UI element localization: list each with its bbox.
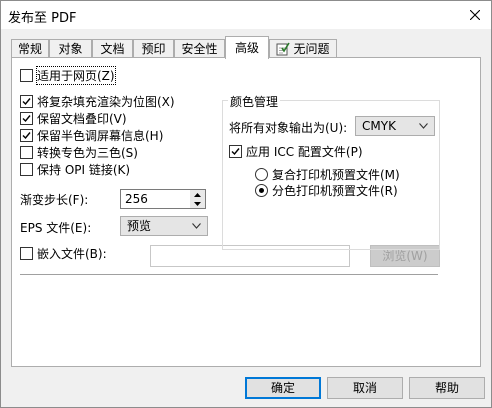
preserve-overprint-label: 保留文档叠印(V)	[37, 111, 127, 126]
tab-strip: 常规 对象 文档 预印 安全性 高级 无问题	[11, 36, 481, 59]
ok-label: 确定	[270, 381, 295, 395]
output-color-value: CMYK	[362, 119, 396, 133]
spin-down-button[interactable]	[190, 199, 205, 208]
embed-file-label: 嵌入文件(B):	[37, 246, 107, 261]
tab-no-issues[interactable]: 无问题	[269, 39, 337, 58]
output-color-select[interactable]: CMYK	[355, 116, 435, 136]
eps-file-select[interactable]: 预览	[120, 216, 208, 236]
radio-dot	[259, 187, 264, 193]
render-complex-fills-box[interactable]	[20, 94, 33, 108]
render-complex-fills-checkbox[interactable]: 将复杂填充渲染为位图(X)	[20, 93, 175, 109]
tab-general-label: 常规	[17, 42, 42, 56]
chevron-down-icon	[419, 123, 428, 129]
keep-opi-checkbox[interactable]: 保持 OPI 链接(K)	[20, 161, 130, 177]
gradient-steps-spinner[interactable]: 256	[120, 189, 206, 209]
embed-file-box[interactable]	[20, 246, 33, 260]
close-icon	[470, 10, 480, 20]
checkmark-icon	[22, 97, 31, 105]
convert-spot-checkbox[interactable]: 转换专色为三色(S)	[20, 144, 138, 160]
web-optimize-label: 适用于网页(Z)	[36, 65, 116, 85]
composite-profile-radio[interactable]: 复合打印机预置文件(M)	[255, 166, 400, 182]
preserve-halftone-checkbox[interactable]: 保留半色调屏幕信息(H)	[20, 127, 163, 143]
convert-spot-label: 转换专色为三色(S)	[37, 145, 138, 160]
render-complex-fills-label: 将复杂填充渲染为位图(X)	[37, 94, 175, 109]
gradient-steps-value[interactable]: 256	[125, 192, 148, 206]
preserve-halftone-box[interactable]	[20, 128, 33, 142]
help-label: 帮助	[434, 381, 459, 395]
eps-file-label: EPS 文件(E):	[20, 221, 92, 235]
cancel-button[interactable]: 取消	[327, 377, 403, 399]
tab-no-issues-label: 无问题	[293, 42, 330, 56]
checkmark-icon	[231, 147, 240, 155]
separations-profile-circle[interactable]	[255, 183, 268, 197]
preserve-overprint-box[interactable]	[20, 111, 33, 125]
tab-objects[interactable]: 对象	[49, 39, 92, 58]
color-management-group: 颜色管理 将所有对象输出为(U): CMYK 应用 ICC 配置文件(P) 复合…	[222, 93, 440, 250]
preserve-overprint-checkbox[interactable]: 保留文档叠印(V)	[20, 110, 127, 126]
arrow-up-icon	[194, 192, 201, 197]
help-button[interactable]: 帮助	[409, 377, 485, 399]
keep-opi-box[interactable]	[20, 162, 33, 176]
preserve-halftone-label: 保留半色调屏幕信息(H)	[37, 128, 164, 143]
window-title: 发布至 PDF	[8, 11, 77, 26]
checkmark-icon	[22, 131, 31, 139]
apply-icc-checkbox[interactable]: 应用 ICC 配置文件(P)	[229, 143, 363, 159]
separator	[20, 274, 438, 275]
title-bar[interactable]: 发布至 PDF	[1, 1, 491, 29]
composite-profile-label: 复合打印机预置文件(M)	[272, 167, 400, 182]
composite-profile-circle[interactable]	[255, 167, 268, 181]
tab-security-label: 安全性	[181, 42, 218, 56]
tab-advanced-label: 高级	[234, 41, 259, 55]
color-management-title: 颜色管理	[228, 93, 281, 110]
ok-button[interactable]: 确定	[245, 377, 321, 399]
output-objects-label: 将所有对象输出为(U):	[229, 121, 348, 135]
eps-file-value: 预览	[127, 219, 152, 233]
apply-icc-label: 应用 ICC 配置文件(P)	[246, 144, 363, 159]
tab-general[interactable]: 常规	[11, 39, 49, 58]
separations-profile-label: 分色打印机预置文件(R)	[272, 183, 398, 198]
advanced-panel: 适用于网页(Z) 将复杂填充渲染为位图(X) 保留文档叠印(V) 保留半色调屏幕…	[11, 57, 481, 367]
tab-document[interactable]: 文档	[92, 39, 133, 58]
tab-document-label: 文档	[100, 42, 125, 56]
browse-label: 浏览(W)	[382, 249, 428, 263]
separations-profile-radio[interactable]: 分色打印机预置文件(R)	[255, 182, 398, 198]
arrow-down-icon	[194, 201, 201, 206]
chevron-down-icon	[192, 223, 201, 229]
tab-security[interactable]: 安全性	[174, 39, 225, 58]
apply-icc-box[interactable]	[229, 144, 242, 158]
publish-pdf-dialog: 发布至 PDF 常规 对象 文档 预印 安全性 高级 无问题 适用于网页(Z) …	[0, 0, 492, 408]
tab-advanced[interactable]: 高级	[225, 36, 269, 59]
tab-prepress[interactable]: 预印	[133, 39, 174, 58]
embed-file-checkbox[interactable]: 嵌入文件(B):	[20, 245, 107, 261]
tab-prepress-label: 预印	[141, 42, 166, 56]
web-optimize-box[interactable]	[20, 68, 33, 82]
checkmark-icon	[22, 114, 31, 122]
gradient-steps-label: 渐变步长(F):	[20, 193, 89, 207]
cancel-label: 取消	[352, 381, 377, 395]
tab-objects-label: 对象	[58, 42, 83, 56]
keep-opi-label: 保持 OPI 链接(K)	[37, 162, 131, 177]
web-optimize-checkbox[interactable]: 适用于网页(Z)	[20, 65, 116, 85]
close-button[interactable]	[465, 5, 485, 25]
convert-spot-box[interactable]	[20, 145, 33, 159]
